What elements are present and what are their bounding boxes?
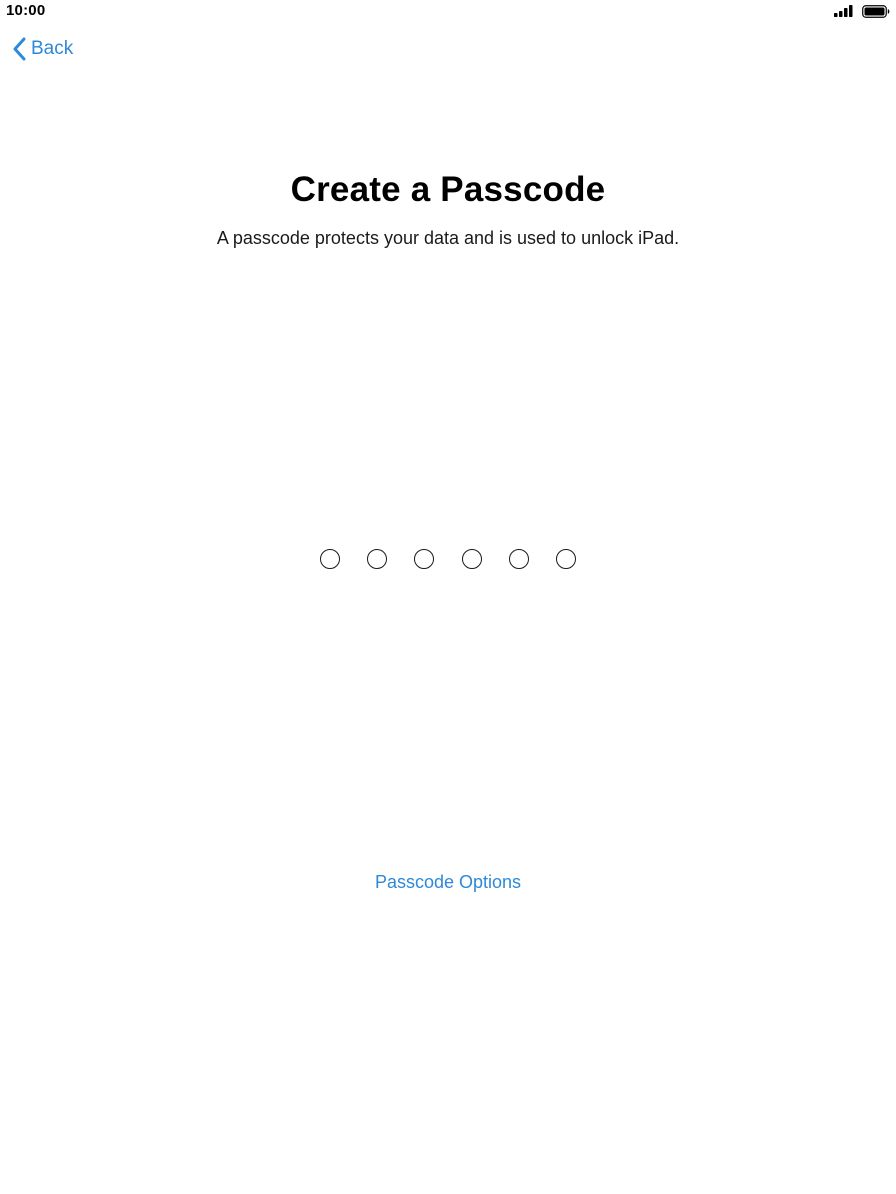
status-bar: 10:00	[0, 0, 896, 24]
passcode-dot	[414, 549, 435, 569]
passcode-dot	[367, 549, 388, 569]
passcode-dot	[555, 549, 576, 569]
page-title: Create a Passcode	[290, 170, 606, 209]
passcode-dot	[320, 549, 340, 569]
status-indicators	[834, 4, 890, 18]
status-time: 10:00	[6, 2, 46, 19]
passcode-options-button[interactable]: Passcode Options	[375, 872, 521, 892]
page-subtitle: A passcode protects your data and is use…	[216, 228, 680, 248]
passcode-dot	[461, 549, 482, 569]
chevron-left-icon	[13, 37, 26, 61]
back-label: Back	[31, 38, 74, 59]
passcode-entry[interactable]	[320, 548, 576, 570]
passcode-dot	[508, 549, 529, 569]
cellular-signal-icon	[834, 5, 853, 17]
passcode-options-wrapper: Passcode Options	[0, 870, 896, 894]
back-button[interactable]: Back	[12, 36, 73, 62]
passcode-screen: 10:00 Back Create a Passcode A passcode …	[0, 0, 896, 1194]
battery-icon	[862, 4, 890, 18]
